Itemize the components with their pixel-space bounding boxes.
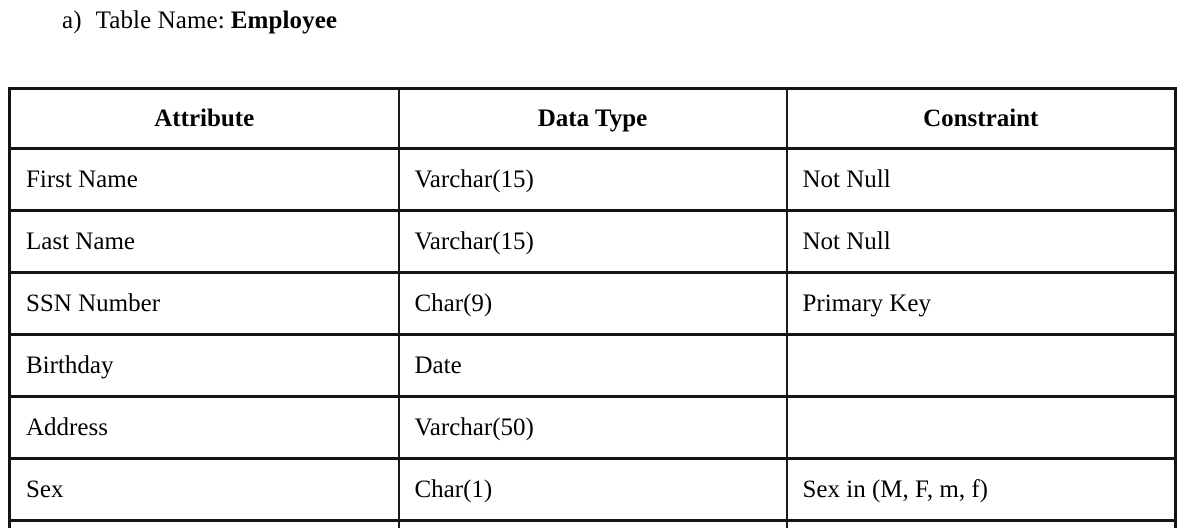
cell-data-type: Date <box>399 335 787 397</box>
table-header: Attribute Data Type Constraint <box>10 89 1176 149</box>
cell-attribute: Address <box>10 397 399 459</box>
cell-constraint: Not Null <box>787 211 1176 273</box>
cell-attribute <box>10 521 399 528</box>
cell-constraint: Not Null <box>787 149 1176 211</box>
table-header-row: Attribute Data Type Constraint <box>10 89 1176 149</box>
table-row-partial <box>10 521 1176 528</box>
cell-attribute: Sex <box>10 459 399 521</box>
schema-table-container: Attribute Data Type Constraint First Nam… <box>8 87 1174 528</box>
cell-data-type: Varchar(50) <box>399 397 787 459</box>
heading-label: Table Name: <box>96 7 225 34</box>
cell-data-type: Varchar(15) <box>399 211 787 273</box>
cell-constraint <box>787 335 1176 397</box>
cell-attribute: First Name <box>10 149 399 211</box>
cell-data-type: Char(1) <box>399 459 787 521</box>
table-row: First Name Varchar(15) Not Null <box>10 149 1176 211</box>
cell-attribute: Last Name <box>10 211 399 273</box>
cell-constraint <box>787 521 1176 528</box>
cell-data-type: Varchar(15) <box>399 149 787 211</box>
column-header-data-type: Data Type <box>399 89 787 149</box>
table-body: First Name Varchar(15) Not Null Last Nam… <box>10 149 1176 528</box>
table-row: SSN Number Char(9) Primary Key <box>10 273 1176 335</box>
cell-attribute: Birthday <box>10 335 399 397</box>
document-page: a) Table Name:Employee Attribute Data Typ… <box>0 0 1200 521</box>
column-header-attribute: Attribute <box>10 89 399 149</box>
table-name-value: Employee <box>231 7 337 34</box>
list-marker: a) <box>62 4 82 38</box>
column-header-constraint: Constraint <box>787 89 1176 149</box>
table-row: Address Varchar(50) <box>10 397 1176 459</box>
cell-constraint: Sex in (M, F, m, f) <box>787 459 1176 521</box>
employee-schema-table: Attribute Data Type Constraint First Nam… <box>8 87 1177 528</box>
cell-data-type <box>399 521 787 528</box>
cell-constraint <box>787 397 1176 459</box>
cell-data-type: Char(9) <box>399 273 787 335</box>
cell-constraint: Primary Key <box>787 273 1176 335</box>
section-heading: a) Table Name:Employee <box>62 4 337 38</box>
table-row: Sex Char(1) Sex in (M, F, m, f) <box>10 459 1176 521</box>
table-row: Birthday Date <box>10 335 1176 397</box>
table-row: Last Name Varchar(15) Not Null <box>10 211 1176 273</box>
cell-attribute: SSN Number <box>10 273 399 335</box>
